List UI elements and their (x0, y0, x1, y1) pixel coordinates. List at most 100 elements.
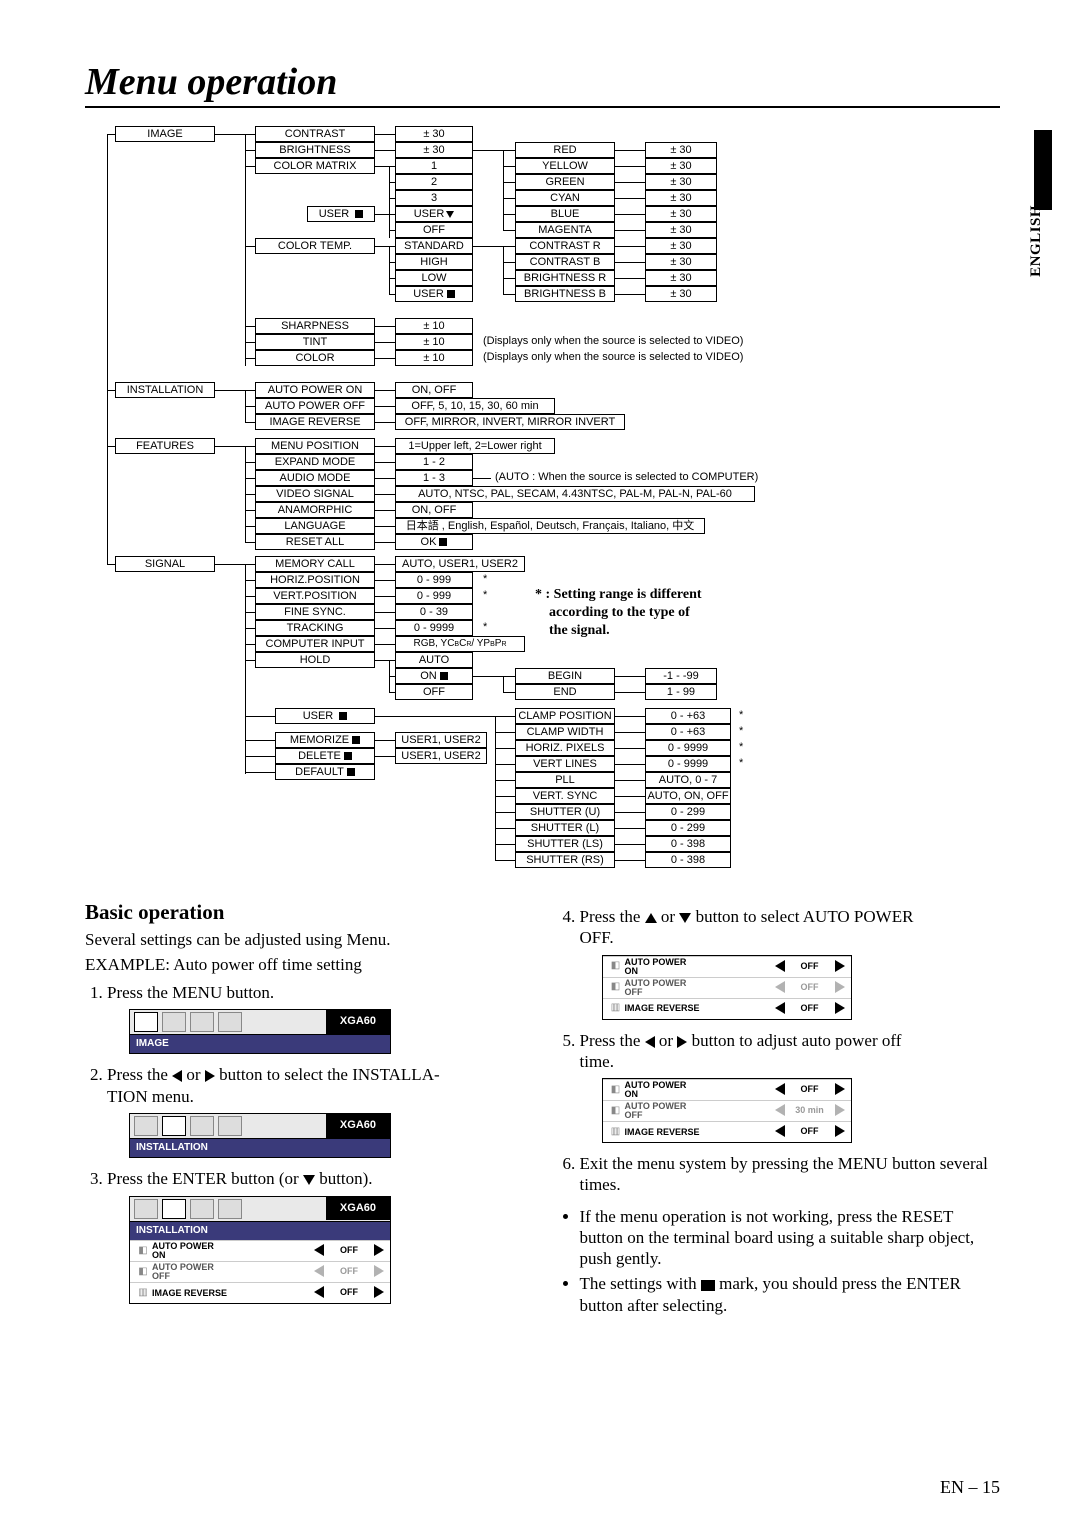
tree-rb-1: CLAMP WIDTH (515, 724, 615, 740)
tree-rb-2: HORIZ. PIXELS (515, 740, 615, 756)
tree-hpos-v: 0 - 999 (395, 572, 473, 588)
tree-mpos: MENU POSITION (255, 438, 375, 454)
step-5: Press the or button to adjust auto power… (580, 1030, 1001, 1144)
tree-cinput: COMPUTER INPUT (255, 636, 375, 652)
tree-user-branch: USER (275, 708, 375, 724)
tree-colormatrix: COLOR MATRIX (255, 158, 375, 174)
step-3: Press the ENTER button (or button). XGA6… (107, 1168, 528, 1304)
tree-imrev: IMAGE REVERSE (255, 414, 375, 430)
osd-step1: XGA60 IMAGE (129, 1009, 391, 1055)
ast-1: * (483, 574, 487, 585)
language-tab: ENGLISH (1028, 205, 1045, 277)
tree-reset: RESET ALL (255, 534, 375, 550)
tree-rb-9-v: 0 - 398 (645, 852, 731, 868)
basic-intro: Several settings can be adjusted using M… (85, 929, 528, 950)
tree-brightb-v: ± 30 (645, 286, 717, 302)
tree-tint: TINT (255, 334, 375, 350)
basic-example: EXAMPLE: Auto power off time setting (85, 954, 528, 975)
tree-rb-6: SHUTTER (U) (515, 804, 615, 820)
tree-rb-2-v: 0 - 9999 (645, 740, 731, 756)
tree-rb-0-ast: * (739, 710, 743, 721)
tree-rb-5-v: AUTO, ON, OFF (645, 788, 731, 804)
tree-ana: ANAMORPHIC (255, 502, 375, 518)
tree-apon: AUTO POWER ON (255, 382, 375, 398)
tree-hold-on: ON (395, 668, 473, 684)
tree-red-v: ± 30 (645, 142, 717, 158)
tree-tint-note: (Displays only when the source is select… (483, 336, 743, 347)
tree-cm-3: 3 (395, 190, 473, 206)
tree-track: TRACKING (255, 620, 375, 636)
tree-begin-v: -1 - -99 (645, 668, 717, 684)
tree-sharp: SHARPNESS (255, 318, 375, 334)
tree-brightness: BRIGHTNESS (255, 142, 375, 158)
tree-green-v: ± 30 (645, 174, 717, 190)
tree-rb-1-v: 0 - +63 (645, 724, 731, 740)
tree-lang-v: 日本語 , English, Español, Deutsch, Françai… (395, 518, 705, 534)
language-tab-mark (1034, 130, 1052, 210)
osd-step5: ◧AUTO POWERONOFF ◧AUTO POWEROFF30 min ▥I… (602, 1078, 852, 1143)
tree-cm-user-box: USER (307, 206, 375, 222)
tree-color: COLOR (255, 350, 375, 366)
tree-color-v: ± 10 (395, 350, 473, 366)
menu-tree: IMAGE CONTRAST ± 30 BRIGHTNESS ± 30 COLO… (85, 126, 1000, 926)
tree-contrast: CONTRAST (255, 126, 375, 142)
tree-apon-v: ON, OFF (395, 382, 473, 398)
tree-cyan: CYAN (515, 190, 615, 206)
left-column: Basic operation Several settings can be … (85, 900, 528, 1322)
tree-cinput-v: RGB, YCBCR / YPBPR (395, 636, 525, 652)
tree-imrev-v: OFF, MIRROR, INVERT, MIRROR INVERT (395, 414, 625, 430)
tree-brightness-val: ± 30 (395, 142, 473, 158)
tree-blue-v: ± 30 (645, 206, 717, 222)
tree-vpos-v: 0 - 999 (395, 588, 473, 604)
tree-cm-userv: USER (395, 206, 473, 222)
step-6: Exit the menu system by pressing the MEN… (580, 1153, 1001, 1196)
tree-rb-8: SHUTTER (LS) (515, 836, 615, 852)
tree-contrastr-v: ± 30 (645, 238, 717, 254)
tree-audio-v: 1 - 3 (395, 470, 473, 486)
ast-2: * (483, 590, 487, 601)
bullet-1: If the menu operation is not working, pr… (580, 1206, 1001, 1270)
tree-rb-8-v: 0 - 398 (645, 836, 731, 852)
step-4: Press the or button to select AUTO POWER… (580, 906, 1001, 1020)
page-number: EN – 15 (940, 1477, 1000, 1498)
tree-contrastb-v: ± 30 (645, 254, 717, 270)
tree-rb-9: SHUTTER (RS) (515, 852, 615, 868)
tree-installation: INSTALLATION (115, 382, 215, 398)
tree-rb-0-v: 0 - +63 (645, 708, 731, 724)
tree-brightr-v: ± 30 (645, 270, 717, 286)
tree-brightb: BRIGHTNESS B (515, 286, 615, 302)
step-2: Press the or button to select the INSTAL… (107, 1064, 528, 1158)
tree-yellow: YELLOW (515, 158, 615, 174)
tree-signal: SIGNAL (115, 556, 215, 572)
tree-contrast-val: ± 30 (395, 126, 473, 142)
tree-tint-v: ± 10 (395, 334, 473, 350)
tree-rb-7: SHUTTER (L) (515, 820, 615, 836)
tree-fsync: FINE SYNC. (255, 604, 375, 620)
tree-magenta-v: ± 30 (645, 222, 717, 238)
tree-fsync-v: 0 - 39 (395, 604, 473, 620)
tree-hold-off: OFF (395, 684, 473, 700)
setting-range-note: * : Setting range is different according… (535, 586, 785, 641)
tree-ct-std: STANDARD (395, 238, 473, 254)
tree-contrastr: CONTRAST R (515, 238, 615, 254)
tree-end-v: 1 - 99 (645, 684, 717, 700)
tree-brightr: BRIGHTNESS R (515, 270, 615, 286)
tree-rb-4: PLL (515, 772, 615, 788)
tree-vpos: VERT.POSITION (255, 588, 375, 604)
step-1: Press the MENU button. XGA60 IMAGE (107, 982, 528, 1055)
tree-vsig: VIDEO SIGNAL (255, 486, 375, 502)
tree-hold-auto: AUTO (395, 652, 473, 668)
tree-rb-7-v: 0 - 299 (645, 820, 731, 836)
ast-3: * (483, 622, 487, 633)
tree-rb-6-v: 0 - 299 (645, 804, 731, 820)
tree-reset-v: OK (395, 534, 473, 550)
tree-yellow-v: ± 30 (645, 158, 717, 174)
tree-blue: BLUE (515, 206, 615, 222)
osd-step3: XGA60 INSTALLATION ◧AUTO POWERONOFF ◧AUT… (129, 1196, 391, 1305)
tree-expand-v: 1 - 2 (395, 454, 473, 470)
tree-rb-3: VERT LINES (515, 756, 615, 772)
tree-cm-2: 2 (395, 174, 473, 190)
tree-image: IMAGE (115, 126, 215, 142)
tree-colortemp: COLOR TEMP. (255, 238, 375, 254)
tree-sharp-v: ± 10 (395, 318, 473, 334)
